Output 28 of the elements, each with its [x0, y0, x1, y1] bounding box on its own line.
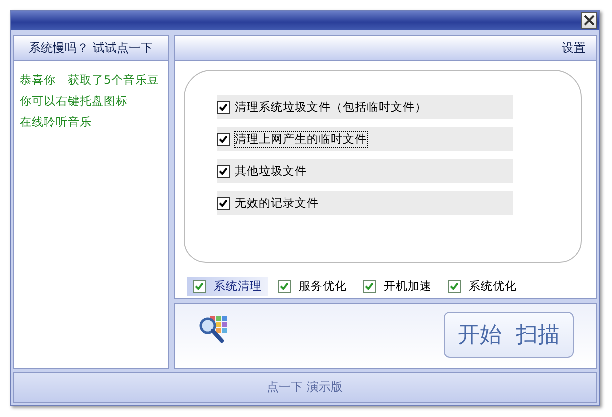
message-text: 你可以右键托盘图标	[20, 94, 129, 109]
checkbox[interactable]	[363, 280, 376, 293]
checkbox[interactable]	[217, 132, 230, 146]
start-scan-button[interactable]: 开始 扫描	[444, 312, 574, 358]
panel-header: 系统慢吗？ 试试点一下	[14, 36, 168, 61]
tab-label: 系统优化	[469, 279, 517, 294]
checkbox[interactable]	[217, 100, 230, 114]
message-text: 恭喜你 获取了5个音乐豆	[20, 73, 160, 88]
message-text: 在线聆听音乐	[20, 115, 93, 130]
tab[interactable]: 开机加速	[357, 277, 438, 296]
checkbox[interactable]	[278, 280, 291, 293]
option-label[interactable]: 无效的记录文件	[235, 196, 319, 210]
checkbox[interactable]	[193, 280, 206, 293]
tab[interactable]: 系统优化	[442, 277, 523, 296]
footer-link[interactable]: 点一下 演示版	[13, 372, 597, 403]
close-icon	[584, 15, 594, 26]
tab[interactable]: 服务优化	[272, 277, 353, 296]
tab-label: 开机加速	[384, 279, 432, 294]
tab-label: 服务优化	[299, 279, 347, 294]
tab-label: 系统清理	[214, 279, 262, 294]
tab[interactable]: 系统清理	[187, 277, 268, 296]
close-button[interactable]	[581, 12, 597, 29]
checkbox[interactable]	[217, 196, 230, 210]
panel-header: 设置	[175, 36, 596, 61]
option-label[interactable]: 其他垃圾文件	[235, 164, 307, 178]
checkbox[interactable]	[217, 164, 230, 178]
scan-icon	[198, 314, 228, 344]
checkbox[interactable]	[448, 280, 461, 293]
